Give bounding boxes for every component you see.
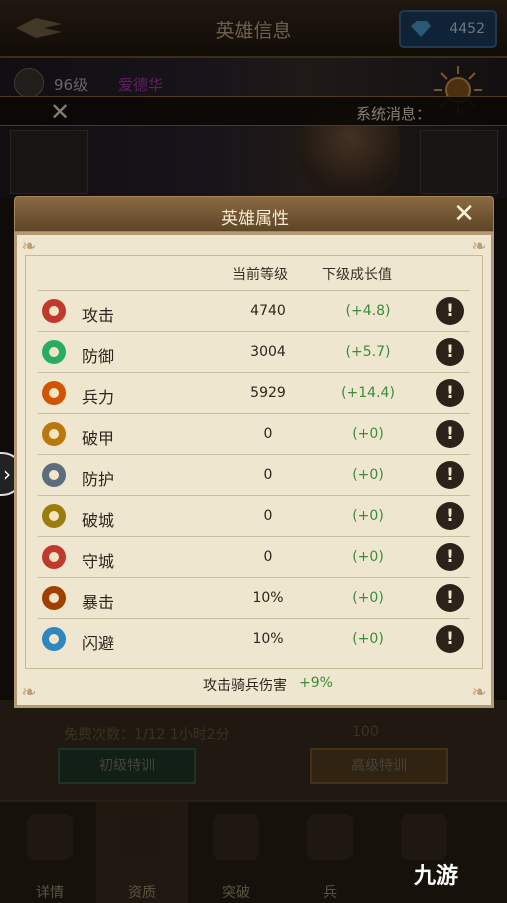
hero-attributes-modal: 英雄属性 ✕ ❧ ❧ ❧ ❧ 当前等级 下级成长值 攻击 4740 (+4.8)! 防… [14,196,494,708]
modal-header: 英雄属性 ✕ [14,196,494,232]
info-icon[interactable]: ! [436,338,464,366]
attribute-name: 破城 [82,511,115,530]
attribute-name: 守城 [82,552,115,571]
top-bar: 英雄信息 4452 [0,0,507,58]
troops-icon [42,381,66,405]
equipment-slot-left[interactable] [10,130,88,194]
gem-icon [411,21,431,37]
system-message-label: 系统消息： [355,105,431,123]
training-gem-cost: 100 [352,724,379,740]
equipment-slot-right[interactable] [420,130,498,194]
attribute-growth: (+0) [352,508,384,524]
attribute-name: 攻击 [82,306,115,325]
nav-label: 资质 [128,885,156,901]
attribute-row: 攻击 4740 (+4.8)! [38,290,470,331]
gem-counter[interactable]: 4452 [399,10,497,48]
critical-icon [42,586,66,610]
info-icon[interactable]: ! [436,502,464,530]
advanced-training-button[interactable]: 高级特训 [310,748,448,784]
column-header-growth: 下级成长值 [322,267,392,283]
attribute-growth: (+4.8) [345,303,391,319]
attribute-row: 破城 0 (+0)! [38,495,470,536]
attribute-growth: (+14.4) [341,385,395,401]
nav-item-breakthrough[interactable]: 突破 [190,802,282,903]
armor-break-icon [42,422,66,446]
level-badge-icon [14,68,44,98]
details-icon [27,814,73,860]
attribute-current: 10% [252,590,284,606]
attribute-name: 破甲 [82,429,115,448]
dodge-icon [42,627,66,651]
info-icon[interactable]: ! [436,379,464,407]
attribute-current: 0 [263,467,273,483]
attribute-name: 闪避 [82,634,115,653]
protection-icon [42,463,66,487]
bonus-value: +9% [299,675,333,691]
breakthrough-icon [213,814,259,860]
attribute-current: 10% [252,631,284,647]
troops-nav-icon [307,814,353,860]
info-icon[interactable]: ! [436,461,464,489]
info-icon[interactable]: ! [436,420,464,448]
attribute-current: 0 [263,549,273,565]
modal-title: 英雄属性 [221,209,289,229]
emblem-icon [401,814,447,860]
nav-item-aptitude[interactable]: 资质 [96,802,188,903]
modal-body: ❧ ❧ ❧ ❧ 当前等级 下级成长值 攻击 4740 (+4.8)! 防御 3004 (+… [14,232,494,708]
hero-level: 96级 [54,76,89,94]
watermark: 九游 [414,864,459,889]
bonus-label: 攻击骑兵伤害 [203,678,287,694]
attributes-table: 当前等级 下级成长值 攻击 4740 (+4.8)! 防御 3004 (+5.7)! 兵力 5… [25,255,483,669]
attribute-row: 兵力 5929 (+14.4)! [38,372,470,413]
attribute-name: 暴击 [82,593,115,612]
attribute-growth: (+5.7) [345,344,391,360]
attribute-row: 暴击 10% (+0)! [38,577,470,618]
attribute-current: 0 [263,508,273,524]
nav-item-troops[interactable]: 兵 [284,802,376,903]
basic-training-button[interactable]: 初级特训 [58,748,196,784]
nav-item-details[interactable]: 详情 [4,802,96,903]
nav-label: 突破 [222,885,250,901]
hero-name: 爱德华 [118,76,164,94]
helmet-icon [119,814,165,860]
corner-ornament-icon: ❧ [21,682,37,703]
attribute-current: 5929 [250,385,286,401]
attribute-current: 4740 [250,303,286,319]
attribute-row: 防御 3004 (+5.7)! [38,331,470,372]
info-icon[interactable]: ! [436,584,464,612]
corner-ornament-icon: ❧ [471,682,487,703]
shield-icon [42,340,66,364]
attribute-row: 守城 0 (+0)! [38,536,470,577]
attribute-current: 3004 [250,344,286,360]
close-icon[interactable]: ✕ [453,200,475,228]
info-icon[interactable]: ! [436,625,464,653]
attribute-name: 兵力 [82,388,115,407]
system-message-bar: ✕ 系统消息： [0,96,507,126]
attribute-growth: (+0) [352,467,384,483]
nav-label: 兵 [323,885,337,901]
info-icon[interactable]: ! [436,543,464,571]
attribute-row: 闪避 10% (+0)! [38,618,470,659]
attribute-row: 防护 0 (+0)! [38,454,470,495]
nav-label: 详情 [36,885,64,901]
attribute-growth: (+0) [352,426,384,442]
column-header-current: 当前等级 [232,267,288,283]
chevron-right-icon: › [3,462,11,486]
attribute-growth: (+0) [352,549,384,565]
siege-icon [42,504,66,528]
free-times-text: 免费次数：1/12 1小时2分 [64,727,230,743]
attribute-name: 防御 [82,347,115,366]
sword-icon [42,299,66,323]
gem-count: 4452 [449,21,485,37]
attribute-growth: (+0) [352,590,384,606]
attribute-growth: (+0) [352,631,384,647]
close-icon[interactable]: ✕ [50,100,70,124]
attribute-current: 0 [263,426,273,442]
attribute-name: 防护 [82,470,115,489]
attribute-row: 破甲 0 (+0)! [38,413,470,454]
castle-defense-icon [42,545,66,569]
info-icon[interactable]: ! [436,297,464,325]
